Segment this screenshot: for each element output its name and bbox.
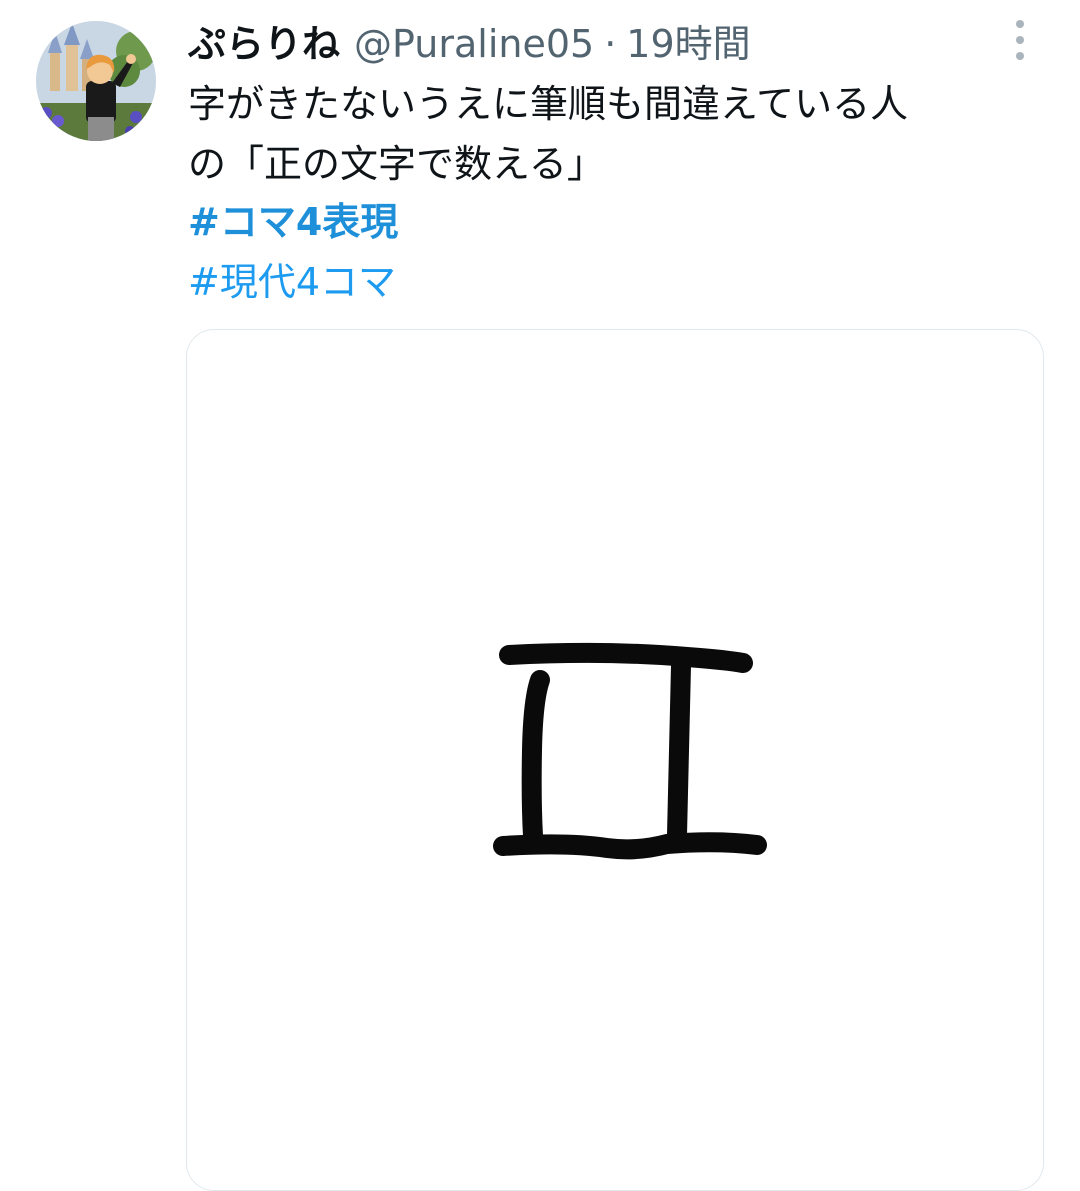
user-handle[interactable]: @Puraline05 — [354, 16, 594, 72]
more-vertical-icon[interactable] — [1006, 20, 1034, 60]
tweet-text-line: の「正の文字で数える」 — [188, 142, 605, 186]
tweet-header: ぷらりね @Puraline05 · 19時間 — [188, 16, 751, 72]
hashtag-link[interactable]: #現代4コマ — [188, 252, 396, 312]
timestamp[interactable]: 19時間 — [626, 16, 750, 72]
tweet-text-line: 字がきたないうえに筆順も間違えている人 — [188, 82, 909, 126]
separator: · — [604, 22, 617, 66]
avatar[interactable] — [36, 21, 156, 141]
more-dot — [1016, 36, 1024, 44]
more-dot — [1016, 52, 1024, 60]
more-dot — [1016, 20, 1024, 28]
tweet-text: 字がきたないうえに筆順も間違えている人 の「正の文字で数える」 — [188, 74, 1038, 194]
tweet-image[interactable] — [186, 329, 1044, 1191]
tweet[interactable]: ぷらりね @Puraline05 · 19時間 字がきたないうえに筆順も間違えて… — [0, 0, 1080, 1191]
handwritten-character-drawing — [493, 642, 767, 860]
hashtag-link[interactable]: #コマ4表現 — [188, 192, 398, 252]
display-name[interactable]: ぷらりね — [188, 16, 340, 72]
